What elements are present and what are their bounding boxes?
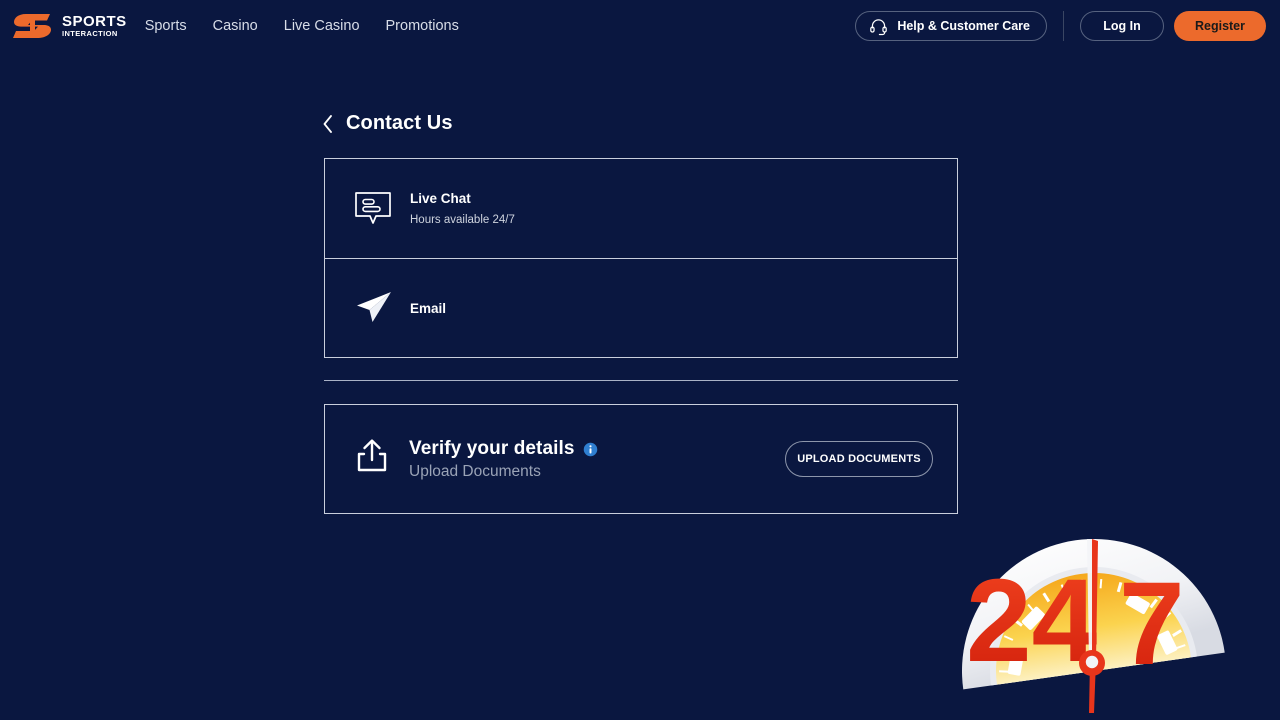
header-divider: [1063, 11, 1064, 41]
page-header: Contact Us: [322, 112, 453, 135]
header-actions: Help & Customer Care Log In Register: [855, 11, 1266, 41]
register-button[interactable]: Register: [1174, 11, 1266, 41]
help-customer-care-label: Help & Customer Care: [897, 19, 1030, 33]
verify-details-subtitle: Upload Documents: [409, 462, 541, 480]
verify-details-text: Verify your details Upload Documents: [409, 438, 598, 481]
logo-text-secondary: INTERACTION: [62, 30, 127, 38]
upload-documents-button[interactable]: UPLOAD DOCUMENTS: [785, 441, 933, 477]
help-customer-care-button[interactable]: Help & Customer Care: [855, 11, 1047, 41]
contact-methods-list: Live Chat Hours available 24/7 Email: [324, 158, 958, 358]
nav-item-promotions[interactable]: Promotions: [386, 18, 459, 34]
nav-item-live-casino[interactable]: Live Casino: [284, 18, 360, 34]
sports-interaction-logo-icon: [13, 14, 51, 38]
nav-item-casino[interactable]: Casino: [213, 18, 258, 34]
contact-method-subtitle: Hours available 24/7: [410, 213, 515, 226]
site-logo[interactable]: SPORTS INTERACTION: [12, 12, 127, 40]
contact-method-title: Live Chat: [410, 191, 471, 207]
gauge-label-7: 7: [1119, 558, 1185, 690]
headset-icon: [870, 18, 888, 35]
info-icon[interactable]: [583, 442, 598, 457]
nav-item-sports[interactable]: Sports: [145, 18, 187, 34]
back-chevron-icon[interactable]: [322, 114, 334, 134]
login-button[interactable]: Log In: [1080, 11, 1164, 41]
page-title: Contact Us: [346, 112, 453, 134]
main-navigation: Sports Casino Live Casino Promotions: [145, 18, 459, 34]
gauge-needle: [1079, 539, 1105, 713]
chat-bubble-icon: [354, 191, 398, 227]
logo-text-primary: SPORTS: [62, 13, 127, 31]
verify-details-card: Verify your details Upload Documents UPL…: [324, 404, 958, 514]
section-divider: [324, 380, 958, 381]
contact-method-email[interactable]: Email: [325, 258, 957, 357]
twenty-four-seven-gauge-graphic: 24 7: [962, 539, 1225, 713]
paper-plane-icon: [354, 289, 398, 327]
contact-method-title: Email: [410, 300, 447, 316]
contact-method-live-chat[interactable]: Live Chat Hours available 24/7: [325, 159, 957, 258]
upload-icon: [354, 438, 398, 481]
gauge-label-24: 24: [966, 555, 1097, 687]
contact-method-text: Live Chat Hours available 24/7: [410, 191, 515, 225]
verify-details-title: Verify your details: [409, 437, 575, 459]
site-header: SPORTS INTERACTION Sports Casino Live Ca…: [0, 0, 1280, 52]
